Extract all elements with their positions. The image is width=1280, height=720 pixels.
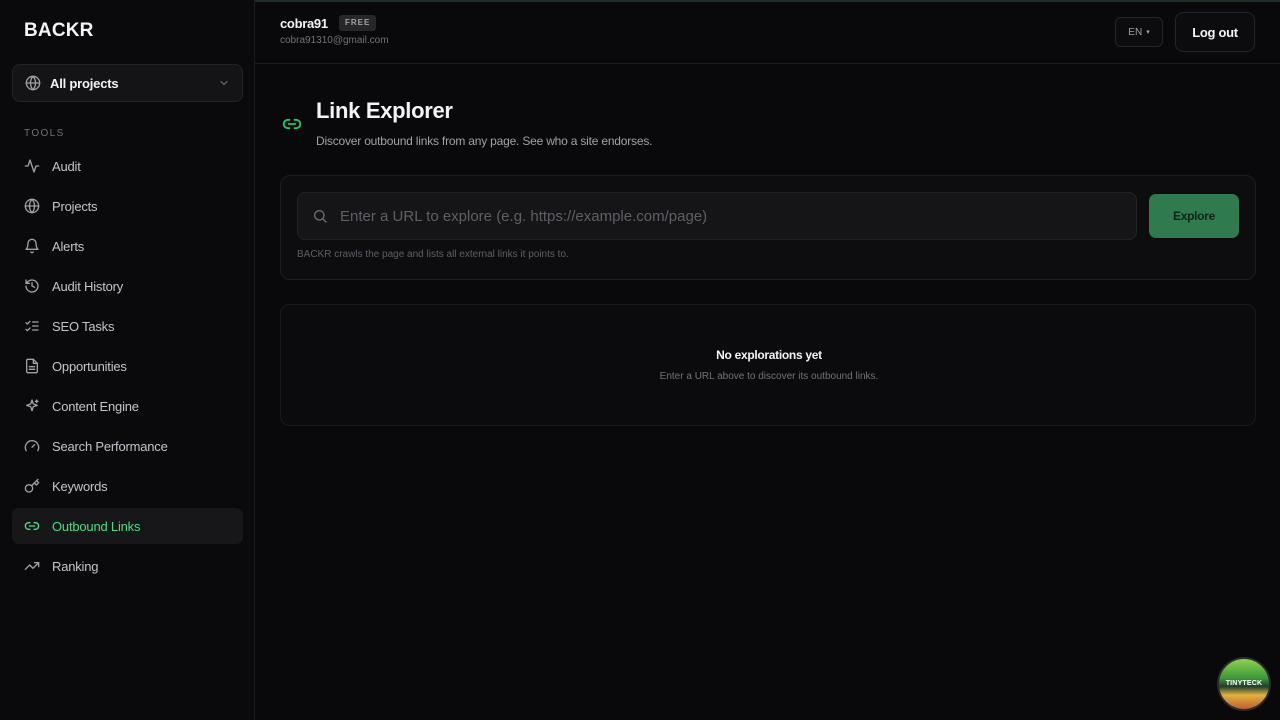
floating-badge[interactable]: TINYTECK [1217, 657, 1271, 711]
sidebar-item-keywords[interactable]: Keywords [12, 468, 243, 504]
url-input-container[interactable] [297, 192, 1137, 240]
history-icon [25, 279, 39, 293]
project-selector-label: All projects [50, 75, 119, 91]
sidebar-item-label: Audit [52, 158, 81, 174]
file-text-icon [26, 358, 38, 374]
sidebar-item-content-engine[interactable]: Content Engine [12, 388, 243, 424]
page-subtitle: Discover outbound links from any page. S… [316, 134, 653, 148]
activity-icon [24, 159, 40, 173]
sidebar-item-label: Content Engine [52, 398, 139, 414]
sidebar-item-projects[interactable]: Projects [12, 188, 243, 224]
floating-badge-text: TINYTECK [1225, 680, 1263, 687]
caret-down-icon: ▾ [1146, 29, 1150, 36]
sidebar-item-ranking[interactable]: Ranking [12, 548, 243, 584]
empty-state-card: No explorations yet Enter a URL above to… [280, 304, 1256, 426]
empty-state-description: Enter a URL above to discover its outbou… [659, 371, 879, 382]
sidebar-item-label: Search Performance [52, 438, 168, 454]
sidebar-item-opportunities[interactable]: Opportunities [12, 348, 243, 384]
logout-button[interactable]: Log out [1175, 12, 1255, 52]
key-icon [24, 478, 40, 493]
gauge-icon [24, 440, 40, 452]
search-icon [314, 210, 327, 223]
brand-logo[interactable]: BACKR [24, 20, 94, 42]
sidebar: BACKR All projects TOOLS Audit Projects … [0, 0, 255, 720]
bell-icon [25, 238, 39, 254]
tools-section-label: TOOLS [24, 128, 65, 139]
url-input[interactable] [340, 207, 1122, 225]
user-name: cobra91 [280, 16, 328, 31]
sidebar-item-label: Alerts [52, 238, 85, 254]
sidebar-item-label: SEO Tasks [52, 318, 115, 334]
sparkles-icon [26, 399, 39, 412]
link-icon [24, 522, 40, 530]
explore-card: Explore BACKR crawls the page and lists … [280, 175, 1256, 280]
globe-icon [25, 75, 41, 91]
url-helper-text: BACKR crawls the page and lists all exte… [297, 249, 569, 260]
empty-state-title: No explorations yet [716, 348, 822, 362]
globe-icon [24, 198, 40, 214]
plan-badge: FREE [339, 15, 377, 31]
language-label: EN [1128, 26, 1143, 38]
page-title: Link Explorer [316, 98, 453, 123]
user-email: cobra91310@gmail.com [280, 35, 389, 46]
project-selector[interactable]: All projects [12, 64, 243, 102]
list-checks-icon [25, 320, 39, 332]
trending-up-icon [24, 562, 40, 570]
sidebar-item-label: Projects [52, 198, 98, 214]
sidebar-nav: Audit Projects Alerts Audit History SEO … [12, 148, 243, 588]
sidebar-item-label: Outbound Links [52, 518, 141, 534]
sidebar-item-alerts[interactable]: Alerts [12, 228, 243, 264]
sidebar-item-audit-history[interactable]: Audit History [12, 268, 243, 304]
chevron-down-icon [220, 81, 228, 85]
language-selector[interactable]: EN ▾ [1115, 17, 1163, 47]
link-icon [282, 118, 302, 130]
explore-button[interactable]: Explore [1149, 194, 1239, 238]
sidebar-item-label: Keywords [52, 478, 108, 494]
sidebar-item-label: Opportunities [52, 358, 127, 374]
sidebar-item-outbound-links[interactable]: Outbound Links [12, 508, 243, 544]
top-header: cobra91 FREE cobra91310@gmail.com EN ▾ L… [255, 0, 1280, 64]
sidebar-item-search-performance[interactable]: Search Performance [12, 428, 243, 464]
sidebar-item-seo-tasks[interactable]: SEO Tasks [12, 308, 243, 344]
sidebar-item-label: Ranking [52, 558, 99, 574]
sidebar-item-audit[interactable]: Audit [12, 148, 243, 184]
sidebar-item-label: Audit History [52, 278, 124, 294]
